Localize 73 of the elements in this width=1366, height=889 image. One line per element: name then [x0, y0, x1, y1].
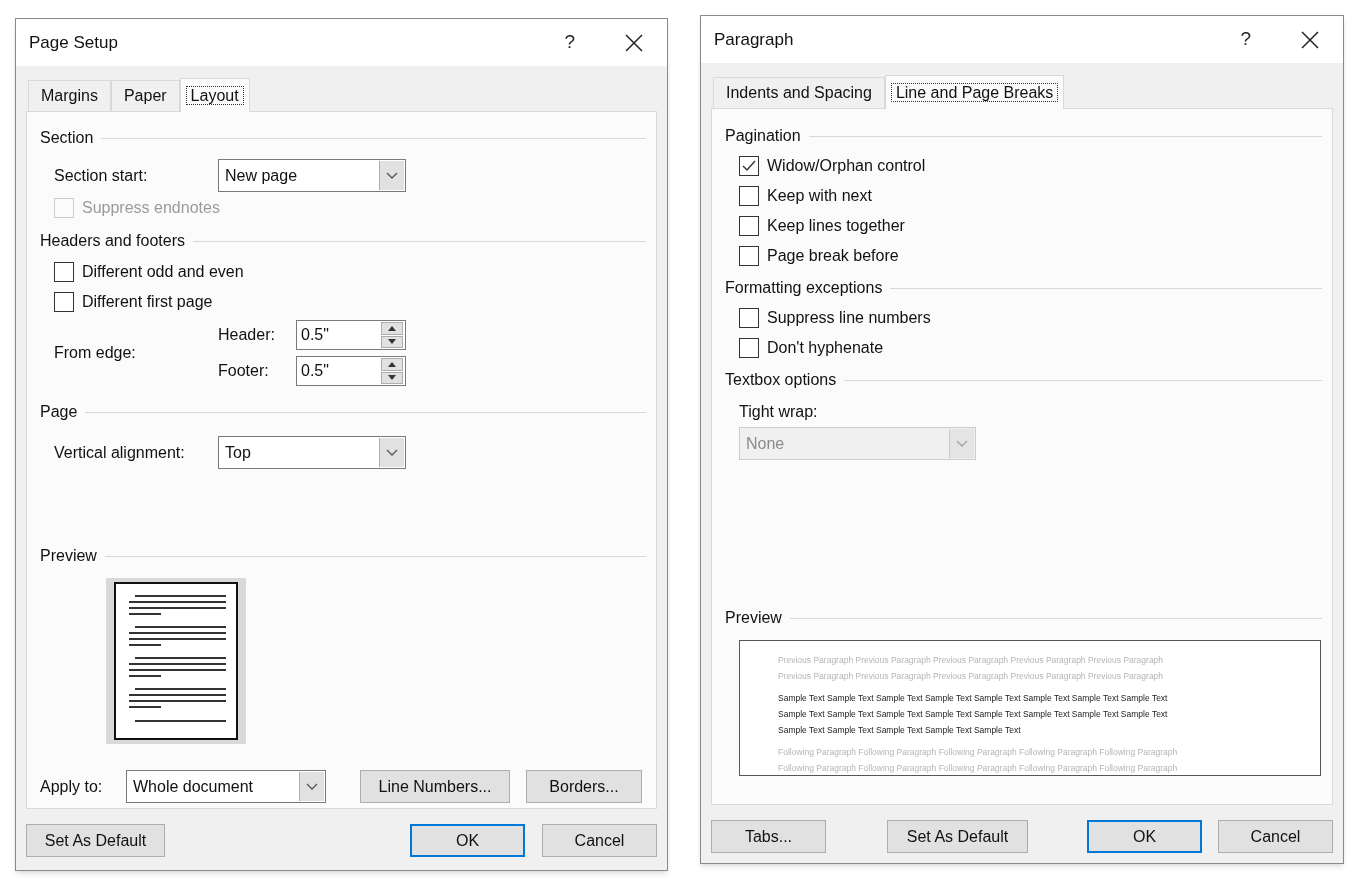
dialog-button[interactable]: Line Numbers... — [360, 770, 510, 803]
tab[interactable]: Margins — [28, 80, 111, 111]
dialog-button[interactable]: Cancel — [542, 824, 657, 857]
dropdown[interactable]: New page — [218, 159, 406, 192]
field-label: Tight wrap: — [739, 403, 818, 420]
tab[interactable]: Line and Page Breaks — [884, 75, 1065, 109]
preview-text: Following Paragraph Following Paragraph Following Paragraph Following Paragraph Following Paragraph — [778, 762, 1179, 775]
field-label: From edge: — [54, 343, 137, 363]
chevron-down-icon — [956, 439, 968, 448]
checkmark-icon — [742, 160, 756, 172]
checkbox[interactable] — [739, 338, 759, 358]
tab[interactable]: Layout — [179, 78, 250, 112]
preview-text: Sample Text Sample Text Sample Text Sample Text Sample Text Sample Text Sample Text Sample Text — [778, 708, 1169, 721]
preview-text: Sample Text Sample Text Sample Text Sample Text Sample Text Sample Text Sample Text Sample Text — [778, 692, 1169, 705]
down-arrow-icon[interactable] — [388, 375, 396, 381]
help-button[interactable]: ? — [1240, 25, 1251, 54]
tab[interactable]: Paper — [110, 80, 180, 111]
group-heading: Page — [40, 402, 78, 422]
preview-text: Previous Paragraph Previous Paragraph Previous Paragraph Previous Paragraph Previous Paragraph — [778, 654, 1165, 667]
dropdown[interactable]: Whole document — [126, 770, 326, 803]
tab[interactable]: Indents and Spacing — [713, 77, 885, 108]
group-heading: Headers and footers — [40, 231, 185, 251]
dialog-button[interactable]: OK — [410, 824, 525, 857]
window-title: Page Setup — [29, 31, 119, 54]
checkbox-label: Keep with next — [767, 186, 872, 206]
close-button[interactable] — [1301, 30, 1319, 49]
dialog-button[interactable]: OK — [1087, 820, 1202, 853]
dialog-button[interactable]: Set As Default — [887, 820, 1028, 853]
dropdown[interactable]: Top — [218, 436, 406, 469]
checkbox[interactable] — [54, 262, 74, 282]
dialog-button[interactable]: Cancel — [1218, 820, 1333, 853]
checkbox[interactable] — [739, 216, 759, 236]
checkbox[interactable] — [739, 246, 759, 266]
dialog-button[interactable]: Set As Default — [26, 824, 165, 857]
checkbox[interactable] — [739, 308, 759, 328]
checkbox[interactable] — [739, 186, 759, 206]
checkbox-label: Suppress line numbers — [767, 308, 931, 328]
dialog-button[interactable]: Tabs... — [711, 820, 826, 853]
chevron-down-icon — [386, 448, 398, 457]
up-arrow-icon[interactable] — [388, 361, 396, 367]
chevron-down-icon — [306, 782, 318, 791]
group-heading: Formatting exceptions — [725, 278, 883, 298]
up-arrow-icon[interactable] — [388, 325, 396, 331]
window-title: Paragraph — [714, 28, 795, 51]
field-label: Header: — [218, 325, 276, 345]
preview-text: Following Paragraph Following Paragraph Following Paragraph Following Paragraph Following Paragraph — [778, 746, 1179, 759]
chevron-down-icon — [386, 171, 398, 180]
help-button[interactable]: ? — [564, 28, 575, 57]
checkbox-label: Different odd and even — [82, 262, 244, 282]
field-label: Section start: — [54, 165, 149, 186]
checkbox-label: Page break before — [767, 246, 899, 266]
field-label: Vertical alignment: — [54, 442, 186, 463]
group-heading: Section — [40, 128, 94, 148]
spin-field[interactable]: 0.5" — [296, 356, 406, 386]
spin-field[interactable]: 0.5" — [296, 320, 406, 350]
group-heading: Preview — [725, 608, 782, 628]
checkbox-label: Widow/Orphan control — [767, 156, 926, 176]
group-heading: Pagination — [725, 126, 801, 146]
close-button[interactable] — [625, 33, 643, 52]
down-arrow-icon[interactable] — [388, 339, 396, 345]
checkbox-label: Don't hyphenate — [767, 338, 884, 358]
group-heading: Preview — [40, 546, 97, 566]
checkbox[interactable] — [54, 292, 74, 312]
checkbox-label: Keep lines together — [767, 216, 905, 236]
checkbox[interactable] — [739, 156, 759, 176]
preview-text: Previous Paragraph Previous Paragraph Previous Paragraph Previous Paragraph Previous Paragraph — [778, 670, 1165, 683]
checkbox-label: Suppress endnotes — [82, 198, 220, 218]
dialog-button[interactable]: Borders... — [526, 770, 642, 803]
field-label: Apply to: — [40, 776, 104, 797]
field-label: Footer: — [218, 361, 270, 381]
group-heading: Textbox options — [725, 370, 837, 390]
preview-text: Sample Text Sample Text Sample Text Sample Text Sample Text — [778, 724, 1022, 737]
checkbox-label: Different first page — [82, 292, 213, 312]
